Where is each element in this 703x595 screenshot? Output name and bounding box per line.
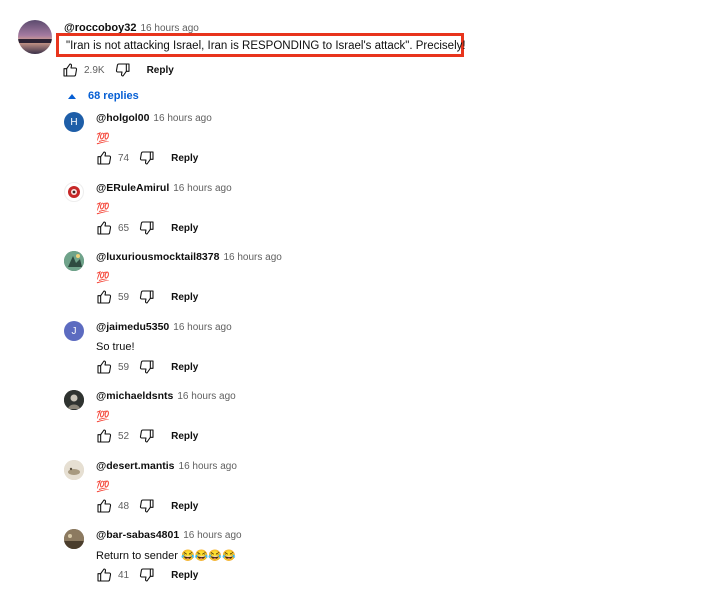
thumbs-up-icon[interactable] [96, 428, 112, 444]
reply-header: @luxuriousmocktail8378 16 hours ago [96, 251, 282, 263]
reply-text: 💯 [96, 271, 110, 284]
thumbs-down-icon[interactable] [115, 62, 131, 78]
like-count: 74 [118, 152, 130, 164]
thumbs-down-icon[interactable] [139, 359, 155, 375]
hundred-points-emoji: 💯 [96, 481, 110, 493]
avatar-image [68, 186, 80, 198]
reply-header: @michaeldsnts 16 hours ago [96, 390, 236, 402]
reply-author[interactable]: @holgol00 [96, 112, 149, 124]
reply-actions: 41 Reply [96, 567, 198, 583]
reply-timestamp[interactable]: 16 hours ago [179, 461, 237, 472]
thumbs-down-icon[interactable] [139, 289, 155, 305]
reply-text: 💯 [96, 480, 110, 493]
thumbs-up-icon[interactable] [96, 498, 112, 514]
thumbs-down-icon[interactable] [139, 498, 155, 514]
reply-item: J @jaimedu5350 16 hours ago So true! 59 R… [64, 321, 664, 391]
replies-toggle-button[interactable]: 68 replies [68, 90, 139, 102]
reply-item: @luxuriousmocktail8378 16 hours ago 💯 59 … [64, 251, 664, 321]
reply-actions: 59 Reply [96, 359, 198, 375]
comment-actions: 2.9K Reply [62, 62, 174, 78]
reply-button[interactable]: Reply [171, 501, 198, 512]
reply-item: @michaeldsnts 16 hours ago 💯 52 Reply [64, 390, 664, 460]
reply-actions: 65 Reply [96, 220, 198, 236]
reply-timestamp[interactable]: 16 hours ago [153, 113, 211, 124]
like-count: 52 [118, 430, 130, 442]
thumbs-down-icon[interactable] [139, 428, 155, 444]
reply-header: @desert.mantis 16 hours ago [96, 460, 237, 472]
like-count: 2.9K [84, 64, 105, 76]
reply-text: 💯 [96, 410, 110, 423]
reply-button[interactable]: Reply [171, 153, 198, 164]
reply-author[interactable]: @bar-sabas4801 [96, 529, 179, 541]
like-count: 41 [118, 569, 130, 581]
reply-timestamp[interactable]: 16 hours ago [173, 183, 231, 194]
hundred-points-emoji: 💯 [96, 133, 110, 145]
avatar[interactable]: H [64, 112, 84, 132]
reply-actions: 48 Reply [96, 498, 198, 514]
thumbs-down-icon[interactable] [139, 150, 155, 166]
reply-actions: 74 Reply [96, 150, 198, 166]
thumbs-up-icon[interactable] [96, 289, 112, 305]
reply-text: 💯 [96, 202, 110, 215]
reply-text: Return to sender 😂😂😂😂 [96, 550, 236, 562]
reply-button[interactable]: Reply [171, 431, 198, 442]
thumbs-up-icon[interactable] [96, 150, 112, 166]
reply-header: @bar-sabas4801 16 hours ago [96, 529, 242, 541]
thumbs-up-icon[interactable] [96, 359, 112, 375]
reply-author[interactable]: @desert.mantis [96, 460, 175, 472]
comment-text: "Iran is not attacking Israel, Iran is R… [66, 40, 466, 52]
reply-button[interactable]: Reply [171, 292, 198, 303]
thumbs-down-icon[interactable] [139, 220, 155, 236]
reply-item: @desert.mantis 16 hours ago 💯 48 Reply [64, 460, 664, 530]
comments-section: @roccoboy32 16 hours ago "Iran is not att… [0, 0, 703, 595]
thumbs-up-icon[interactable] [96, 220, 112, 236]
replies-count: 68 replies [88, 90, 139, 102]
hundred-points-emoji: 💯 [96, 411, 110, 423]
reply-button[interactable]: Reply [147, 65, 174, 76]
reply-timestamp[interactable]: 16 hours ago [173, 322, 231, 333]
reply-button[interactable]: Reply [171, 570, 198, 581]
reply-item: @bar-sabas4801 16 hours ago Return to sen… [64, 529, 664, 595]
reply-header: @jaimedu5350 16 hours ago [96, 321, 232, 333]
thumbs-down-icon[interactable] [139, 567, 155, 583]
avatar[interactable] [64, 182, 84, 202]
avatar[interactable] [64, 460, 84, 480]
reply-timestamp[interactable]: 16 hours ago [183, 530, 241, 541]
reply-timestamp[interactable]: 16 hours ago [177, 391, 235, 402]
reply-actions: 52 Reply [96, 428, 198, 444]
avatar[interactable] [64, 529, 84, 549]
reply-author[interactable]: @luxuriousmocktail8378 [96, 251, 219, 263]
caret-up-icon [68, 93, 76, 99]
like-count: 48 [118, 500, 130, 512]
avatar-image [64, 529, 84, 549]
reply-header: @holgol00 16 hours ago [96, 112, 212, 124]
like-count: 59 [118, 291, 130, 303]
reply-timestamp[interactable]: 16 hours ago [223, 252, 281, 263]
reply-item: @ERuleAmirul 16 hours ago 💯 65 Reply [64, 182, 664, 252]
thumbs-up-icon[interactable] [96, 567, 112, 583]
reply-button[interactable]: Reply [171, 362, 198, 373]
like-count: 65 [118, 222, 130, 234]
avatar[interactable]: J [64, 321, 84, 341]
reply-item: H @holgol00 16 hours ago 💯 74 Reply [64, 112, 664, 182]
reply-text: So true! [96, 341, 135, 353]
avatar[interactable] [64, 251, 84, 271]
reply-header: @ERuleAmirul 16 hours ago [96, 182, 232, 194]
reply-text: 💯 [96, 132, 110, 145]
avatar-image [64, 460, 84, 480]
reply-button[interactable]: Reply [171, 223, 198, 234]
reply-author[interactable]: @ERuleAmirul [96, 182, 169, 194]
avatar-image [64, 390, 84, 410]
like-count: 59 [118, 361, 130, 373]
avatar-image [64, 251, 84, 271]
thumbs-up-icon[interactable] [62, 62, 78, 78]
reply-author[interactable]: @michaeldsnts [96, 390, 173, 402]
avatar[interactable] [18, 20, 52, 54]
reply-author[interactable]: @jaimedu5350 [96, 321, 169, 333]
reply-actions: 59 Reply [96, 289, 198, 305]
hundred-points-emoji: 💯 [96, 272, 110, 284]
avatar[interactable] [64, 390, 84, 410]
hundred-points-emoji: 💯 [96, 203, 110, 215]
